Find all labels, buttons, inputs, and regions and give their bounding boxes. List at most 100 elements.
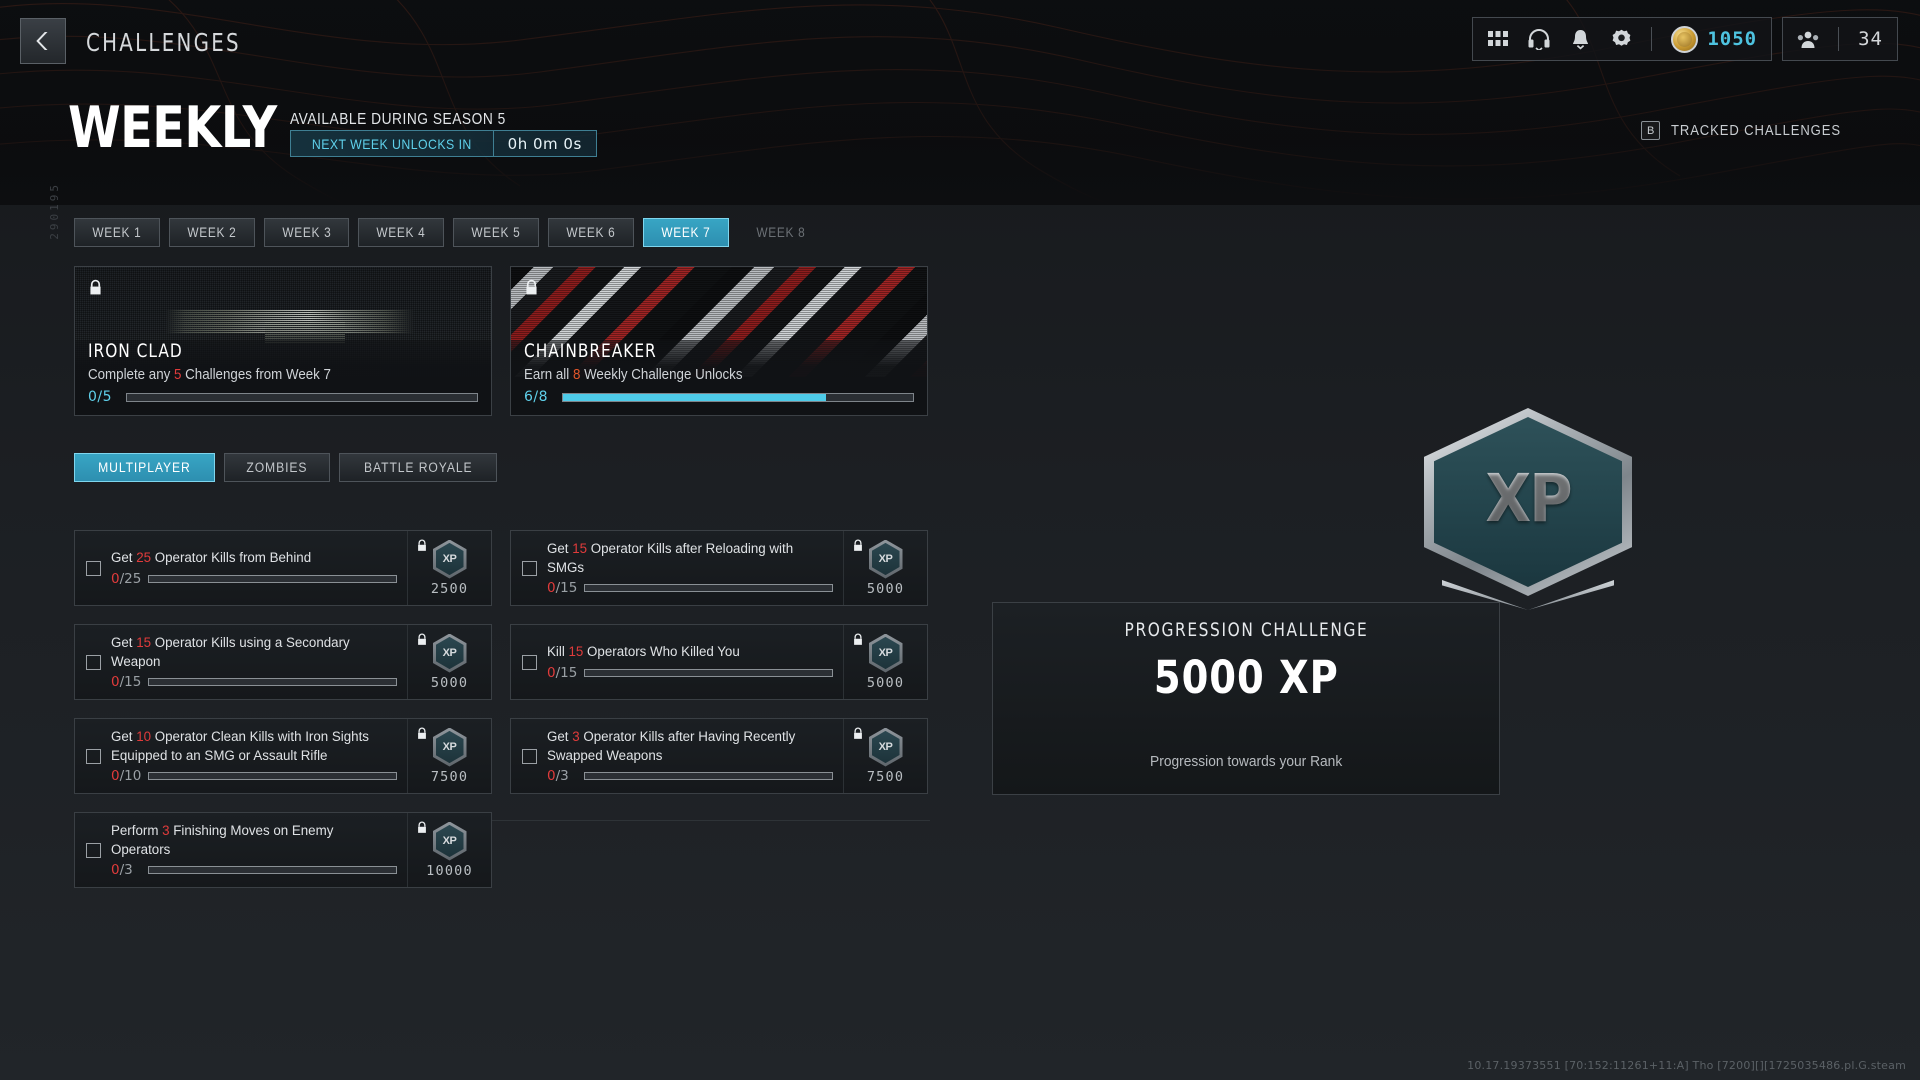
week-tab-7[interactable]: WEEK 7 bbox=[642, 218, 729, 247]
challenge-progress-bar bbox=[148, 866, 397, 875]
progression-subtitle: Progression towards your Rank bbox=[1149, 754, 1343, 770]
cod-points[interactable]: 1050 bbox=[1671, 25, 1758, 53]
challenge-track-checkbox[interactable] bbox=[522, 748, 537, 764]
challenge-main: Get 15 Operator Kills using a Secondary … bbox=[75, 625, 407, 699]
desc-pre: Complete any bbox=[88, 367, 175, 383]
reward-description: Earn all 8 Weekly Challenge Unlocks bbox=[524, 367, 883, 383]
category-tab-zombies[interactable]: ZOMBIES bbox=[223, 453, 330, 482]
challenge-progress-text: 0/15 bbox=[111, 674, 141, 690]
week-tab-label: WEEK 7 bbox=[661, 225, 711, 240]
challenge-progress-bar bbox=[148, 574, 397, 583]
week-tab-1[interactable]: WEEK 1 bbox=[74, 218, 160, 247]
challenge-target: /3 bbox=[555, 768, 569, 785]
challenge-progress: 0/25 bbox=[111, 571, 397, 587]
week-tab-label: WEEK 1 bbox=[92, 225, 142, 240]
challenge-progress-text: 0/15 bbox=[547, 665, 577, 681]
reward-card-2[interactable]: CHAINBREAKER Earn all 8 Weekly Challenge … bbox=[510, 266, 928, 416]
xp-badge-label: XP bbox=[442, 553, 457, 565]
week-tab-2[interactable]: WEEK 2 bbox=[168, 218, 255, 247]
challenge-track-checkbox[interactable] bbox=[86, 842, 101, 858]
challenge-track-checkbox[interactable] bbox=[522, 560, 537, 576]
lock-icon bbox=[854, 539, 862, 551]
settings-gear-icon[interactable] bbox=[1610, 28, 1632, 50]
weekly-banner: 290195 WEEKLY AVAILABLE DURING SEASON 5 … bbox=[0, 78, 1920, 240]
challenge-row[interactable]: Get 15 Operator Kills using a Secondary … bbox=[74, 624, 492, 700]
xp-amount: 7500 bbox=[866, 768, 905, 785]
challenge-target: /15 bbox=[555, 580, 578, 597]
challenge-reward: XP 7500 bbox=[843, 719, 927, 793]
banner-title: WEEKLY bbox=[68, 95, 277, 161]
challenge-row[interactable]: Kill 15 Operators Who Killed You 0/15 XP 50… bbox=[510, 624, 928, 700]
squad-value: 34 bbox=[1858, 28, 1883, 50]
category-tab-battle-royale[interactable]: BATTLE ROYALE bbox=[338, 453, 498, 482]
availability-text: AVAILABLE DURING SEASON 5 bbox=[290, 111, 506, 128]
reward-progress-bar bbox=[126, 392, 478, 402]
back-button[interactable] bbox=[20, 18, 66, 64]
category-tab-label: ZOMBIES bbox=[246, 460, 308, 475]
reward-lock-icon bbox=[524, 279, 539, 301]
week-tab-6[interactable]: WEEK 6 bbox=[548, 218, 634, 247]
challenge-track-checkbox[interactable] bbox=[86, 654, 101, 670]
challenge-row[interactable]: Get 10 Operator Clean Kills with Iron Si… bbox=[74, 718, 492, 794]
key-hint-b: B bbox=[1641, 121, 1661, 140]
challenge-current: 0 bbox=[547, 664, 556, 681]
squad-players-icon[interactable] bbox=[1797, 28, 1819, 50]
challenge-reward: XP 5000 bbox=[407, 625, 491, 699]
headset-icon[interactable] bbox=[1528, 28, 1550, 50]
next-week-timer: NEXT WEEK UNLOCKS IN 0h 0m 0s bbox=[290, 130, 597, 157]
challenge-description: Get 10 Operator Clean Kills with Iron Si… bbox=[111, 728, 380, 765]
cod-points-value: 1050 bbox=[1707, 28, 1758, 50]
week-tab-4[interactable]: WEEK 4 bbox=[358, 218, 445, 247]
tracked-challenges-label: TRACKED CHALLENGES bbox=[1671, 122, 1842, 139]
challenge-main: Get 15 Operator Kills after Reloading wi… bbox=[511, 531, 843, 605]
xp-amount: 10000 bbox=[426, 862, 473, 879]
challenge-reward: XP 5000 bbox=[843, 625, 927, 699]
challenge-text: Get 3 Operator Kills after Having Recent… bbox=[547, 728, 833, 784]
challenge-progress: 0/15 bbox=[547, 580, 833, 596]
challenge-main: Perform 3 Finishing Moves on Enemy Opera… bbox=[75, 813, 407, 887]
xp-amount: 7500 bbox=[430, 768, 469, 785]
week-tab-3[interactable]: WEEK 3 bbox=[263, 218, 350, 247]
reward-card-1[interactable]: IRON CLAD Complete any 5 Challenges from … bbox=[74, 266, 492, 416]
progression-amount: 5000 XP bbox=[1153, 651, 1339, 704]
category-tab-multiplayer[interactable]: MULTIPLAYER bbox=[74, 453, 215, 482]
challenge-row[interactable]: Get 25 Operator Kills from Behind 0/25 XP 2… bbox=[74, 530, 492, 606]
notification-bell-icon[interactable] bbox=[1569, 28, 1591, 50]
hud-divider-2 bbox=[1838, 27, 1840, 51]
tracked-challenges[interactable]: B TRACKED CHALLENGES bbox=[1641, 121, 1860, 140]
challenge-progress-text: 0/25 bbox=[111, 571, 141, 587]
xp-badge-label: XP bbox=[442, 741, 457, 753]
xp-badge-icon: XP bbox=[432, 821, 467, 861]
challenge-text: Perform 3 Finishing Moves on Enemy Opera… bbox=[111, 822, 397, 878]
week-tab-5[interactable]: WEEK 5 bbox=[453, 218, 540, 247]
xp-badge-icon: XP bbox=[432, 727, 467, 767]
reward-progress: 6/8 bbox=[524, 389, 914, 405]
challenge-track-checkbox[interactable] bbox=[522, 654, 537, 670]
challenge-pre: Get bbox=[547, 728, 573, 745]
week-tab-8[interactable]: WEEK 8 bbox=[738, 218, 824, 247]
challenge-description: Get 15 Operator Kills after Reloading wi… bbox=[547, 540, 816, 577]
week-tab-label: WEEK 3 bbox=[282, 225, 332, 240]
reward-progress-fill bbox=[563, 393, 826, 401]
top-header: CHALLENGES 1050 34 bbox=[0, 0, 1920, 78]
xp-badge-icon: XP bbox=[432, 633, 467, 673]
challenge-lock-icon bbox=[416, 821, 428, 839]
challenge-row[interactable]: Get 15 Operator Kills after Reloading wi… bbox=[510, 530, 928, 606]
challenge-target: /15 bbox=[555, 664, 578, 681]
hud-main-group: 1050 bbox=[1472, 17, 1773, 61]
progression-title: PROGRESSION CHALLENGE bbox=[1124, 619, 1368, 641]
grid-apps-icon[interactable] bbox=[1487, 28, 1509, 50]
category-tab-label: MULTIPLAYER bbox=[98, 460, 191, 475]
reward-progress-text: 6/8 bbox=[524, 389, 549, 405]
challenge-current: 0 bbox=[111, 768, 120, 785]
challenge-pre: Kill bbox=[547, 644, 569, 661]
challenge-row[interactable]: Get 3 Operator Kills after Having Recent… bbox=[510, 718, 928, 794]
challenge-pre: Get bbox=[111, 728, 137, 745]
desc-post: Challenges from Week 7 bbox=[181, 367, 331, 383]
challenge-pre: Perform bbox=[111, 822, 163, 839]
challenge-progress: 0/3 bbox=[111, 862, 397, 878]
challenge-track-checkbox[interactable] bbox=[86, 748, 101, 764]
challenge-main: Get 25 Operator Kills from Behind 0/25 bbox=[75, 531, 407, 605]
challenge-row[interactable]: Perform 3 Finishing Moves on Enemy Opera… bbox=[74, 812, 492, 888]
challenge-track-checkbox[interactable] bbox=[86, 560, 101, 576]
